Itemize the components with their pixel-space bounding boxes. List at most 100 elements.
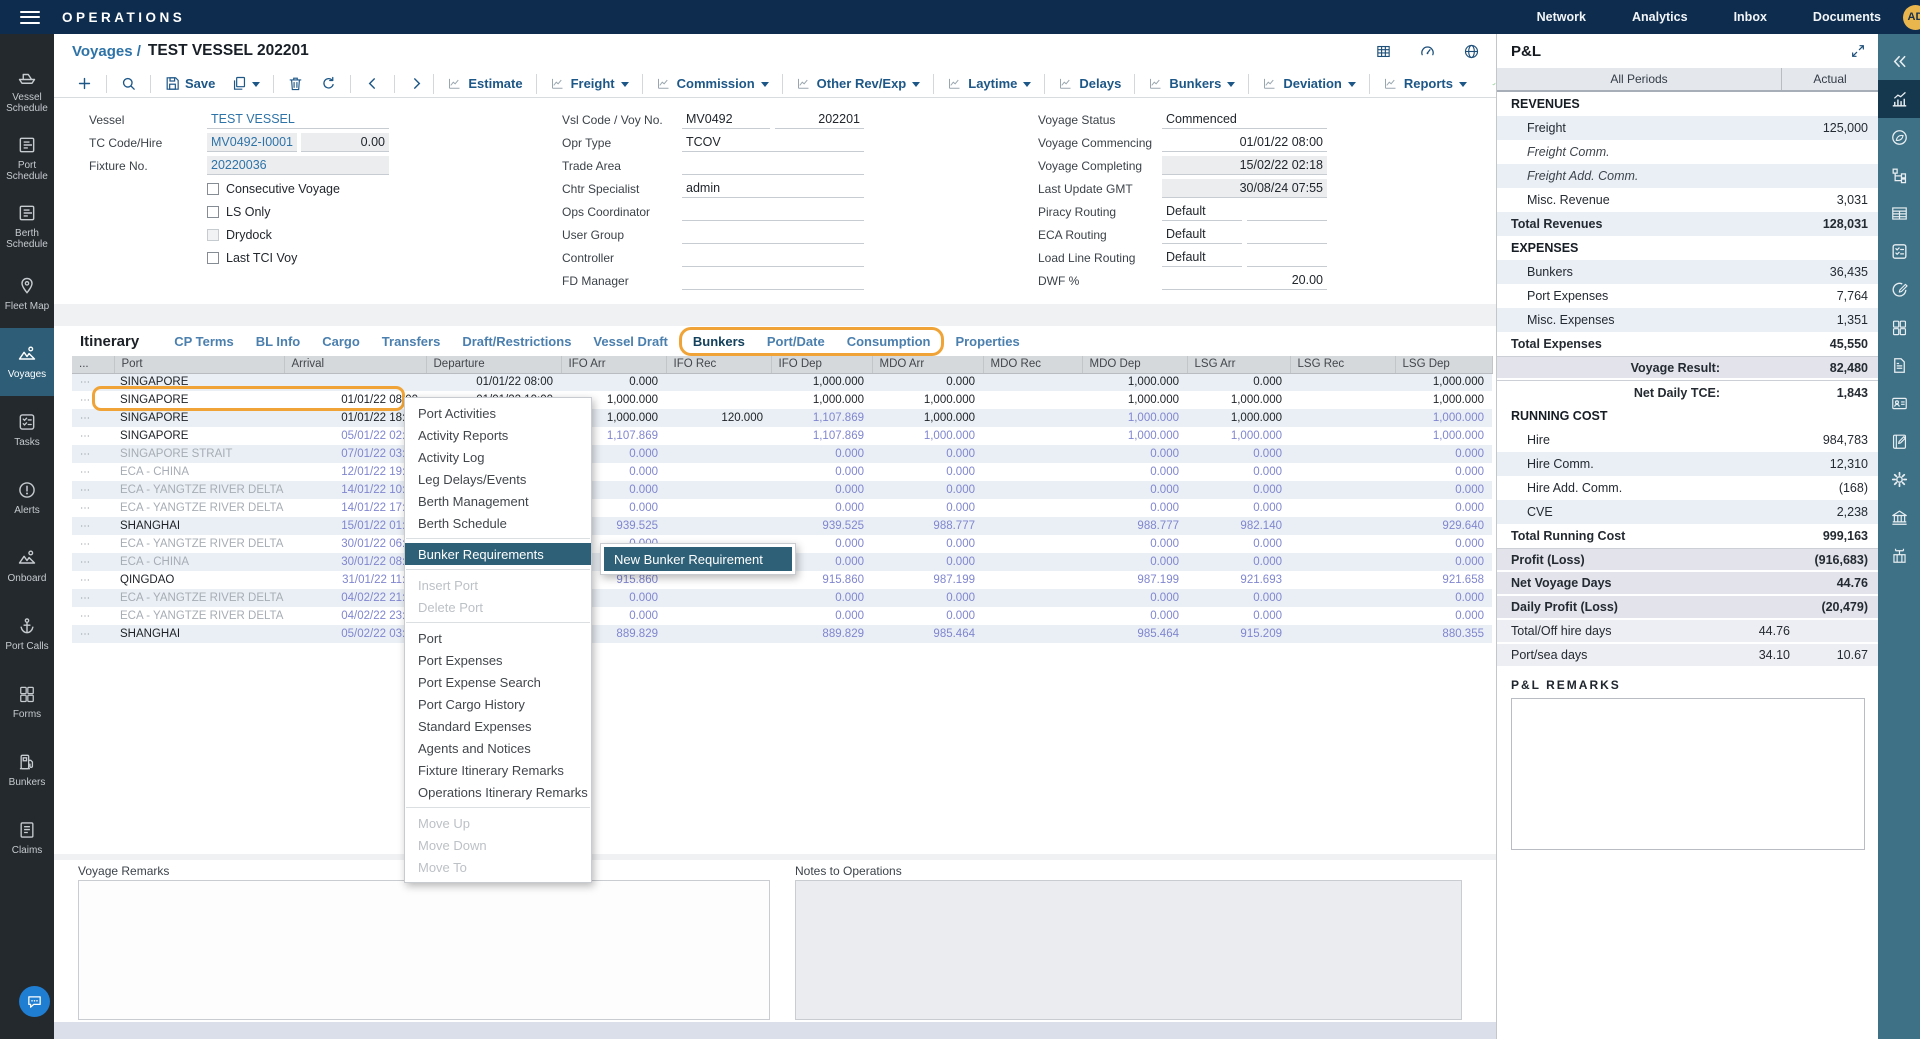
mdo-dep-cell[interactable]: 1,000.000 — [1082, 373, 1187, 391]
lsg-rec-cell[interactable] — [1290, 409, 1395, 427]
form-field[interactable] — [682, 202, 864, 221]
column-header[interactable]: IFO Arr — [561, 356, 666, 373]
mdo-rec-cell[interactable] — [983, 463, 1082, 481]
mdo-rec-cell[interactable] — [983, 391, 1082, 409]
form-field[interactable] — [682, 225, 864, 244]
mdo-arr-cell[interactable]: 1,000.000 — [872, 427, 983, 445]
new-bunker-requirement-item[interactable]: New Bunker Requirement — [604, 547, 792, 571]
strip-icon-button[interactable] — [1878, 118, 1920, 156]
lsg-dep-cell[interactable]: 921.658 — [1395, 571, 1492, 589]
itinerary-row[interactable]: ⋯ ECA - YANGTZE RIVER DELTA 04/02/22 21:… — [72, 589, 1492, 607]
lsg-dep-cell[interactable]: 0.000 — [1395, 607, 1492, 625]
lsg-arr-cell[interactable]: 0.000 — [1187, 373, 1290, 391]
column-header[interactable]: IFO Rec — [666, 356, 771, 373]
strip-icon-button[interactable] — [1878, 422, 1920, 460]
itinerary-tab[interactable]: Cargo — [311, 327, 371, 356]
toolbar-button[interactable]: Freight — [536, 74, 642, 94]
tc-hire-field[interactable]: 0.00 — [301, 133, 389, 152]
lsg-rec-cell[interactable] — [1290, 607, 1395, 625]
row-menu-icon[interactable]: ⋯ — [72, 535, 114, 553]
ifo-dep-cell[interactable]: 0.000 — [771, 499, 872, 517]
sidebar-item[interactable]: Onboard — [0, 532, 54, 600]
strip-icon-button[interactable] — [1878, 156, 1920, 194]
ifo-dep-cell[interactable]: 1,000.000 — [771, 391, 872, 409]
ifo-rec-cell[interactable] — [666, 445, 771, 463]
checkbox-row[interactable]: Last TCI Voy — [207, 246, 389, 269]
mdo-arr-cell[interactable]: 0.000 — [872, 373, 983, 391]
toolbar-button[interactable]: Other Rev/Exp — [782, 74, 934, 94]
form-field[interactable]: 202201 — [775, 110, 864, 129]
user-avatar[interactable]: AD — [1903, 5, 1920, 30]
form-field[interactable]: MV0492 — [682, 110, 770, 129]
expand-icon[interactable] — [1850, 43, 1866, 59]
ifo-rec-cell[interactable] — [666, 499, 771, 517]
sidebar-item[interactable]: Tasks — [0, 396, 54, 464]
toolbar-icon-button[interactable] — [350, 75, 351, 93]
column-header[interactable]: MDO Dep — [1082, 356, 1187, 373]
topbar-link[interactable]: Analytics — [1632, 10, 1688, 24]
mdo-rec-cell[interactable] — [983, 589, 1082, 607]
context-menu-item[interactable]: Port Activities — [405, 402, 591, 424]
pnl-tab-actual[interactable]: Actual — [1782, 68, 1878, 90]
lsg-rec-cell[interactable] — [1290, 625, 1395, 643]
lsg-arr-cell[interactable]: 0.000 — [1187, 445, 1290, 463]
ifo-rec-cell[interactable] — [666, 517, 771, 535]
form-field[interactable] — [1247, 248, 1327, 267]
ifo-dep-cell[interactable]: 889.829 — [771, 625, 872, 643]
mdo-rec-cell[interactable] — [983, 607, 1082, 625]
column-header[interactable]: ... — [72, 356, 114, 373]
itinerary-tab[interactable]: Draft/Restrictions — [451, 327, 582, 356]
chat-button[interactable] — [19, 986, 50, 1017]
form-field[interactable] — [1247, 202, 1327, 221]
sidebar-item[interactable]: Forms — [0, 668, 54, 736]
form-field[interactable] — [682, 156, 864, 175]
lsg-rec-cell[interactable] — [1290, 499, 1395, 517]
departure-cell[interactable]: 01/01/22 08:00 — [426, 373, 561, 391]
toolbar-icon-button[interactable] — [112, 75, 145, 92]
lsg-arr-cell[interactable]: 0.000 — [1187, 463, 1290, 481]
header-icon[interactable] — [1419, 43, 1436, 60]
context-menu-item[interactable]: Berth Schedule — [405, 512, 591, 534]
strip-icon-button[interactable] — [1878, 194, 1920, 232]
row-menu-icon[interactable]: ⋯ — [72, 463, 114, 481]
itinerary-tab[interactable]: Consumption — [836, 327, 945, 356]
strip-icon-button[interactable] — [1878, 498, 1920, 536]
itinerary-tab[interactable]: Properties — [944, 327, 1030, 356]
notes-to-operations-input[interactable] — [795, 880, 1462, 1020]
lsg-dep-cell[interactable]: 1,000.000 — [1395, 409, 1492, 427]
strip-icon-button[interactable] — [1878, 80, 1920, 118]
form-field[interactable] — [1247, 225, 1327, 244]
lsg-dep-cell[interactable]: 0.000 — [1395, 445, 1492, 463]
mdo-arr-cell[interactable]: 985.464 — [872, 625, 983, 643]
column-header[interactable]: IFO Dep — [771, 356, 872, 373]
column-header[interactable]: MDO Rec — [983, 356, 1082, 373]
context-menu-item[interactable]: Standard Expenses — [405, 715, 591, 737]
mdo-dep-cell[interactable]: 0.000 — [1082, 481, 1187, 499]
row-menu-icon[interactable]: ⋯ — [72, 427, 114, 445]
row-menu-icon[interactable]: ⋯ — [72, 589, 114, 607]
ifo-dep-cell[interactable]: 939.525 — [771, 517, 872, 535]
checkbox-row[interactable]: Drydock — [207, 223, 389, 246]
column-header[interactable]: MDO Arr — [872, 356, 983, 373]
port-cell[interactable]: SINGAPORE — [114, 427, 284, 445]
ifo-dep-cell[interactable]: 0.000 — [771, 463, 872, 481]
checkbox-row[interactable]: LS Only — [207, 200, 389, 223]
form-field[interactable] — [682, 248, 864, 267]
mdo-arr-cell[interactable]: 0.000 — [872, 535, 983, 553]
topbar-link[interactable]: Documents — [1813, 10, 1881, 24]
lsg-arr-cell[interactable]: 0.000 — [1187, 481, 1290, 499]
form-field[interactable]: Default — [1162, 225, 1242, 244]
lsg-arr-cell[interactable]: 0.000 — [1187, 499, 1290, 517]
mdo-dep-cell[interactable]: 1,000.000 — [1082, 409, 1187, 427]
toolbar-icon-button[interactable] — [150, 75, 151, 93]
mdo-dep-cell[interactable]: 0.000 — [1082, 607, 1187, 625]
itinerary-row[interactable]: ⋯ ECA - CHINA 12/01/22 19:30 0.000 0.000… — [72, 463, 1492, 481]
checkbox-row[interactable]: Consecutive Voyage — [207, 177, 389, 200]
row-menu-icon[interactable]: ⋯ — [72, 373, 114, 391]
strip-icon-button[interactable] — [1878, 232, 1920, 270]
toolbar-button[interactable]: Laytime — [933, 74, 1044, 94]
port-cell[interactable]: ECA - YANGTZE RIVER DELTA — [114, 607, 284, 625]
form-field[interactable]: Default — [1162, 248, 1242, 267]
port-cell[interactable]: ECA - YANGTZE RIVER DELTA — [114, 589, 284, 607]
form-field[interactable]: 30/08/24 07:55 — [1162, 179, 1327, 198]
